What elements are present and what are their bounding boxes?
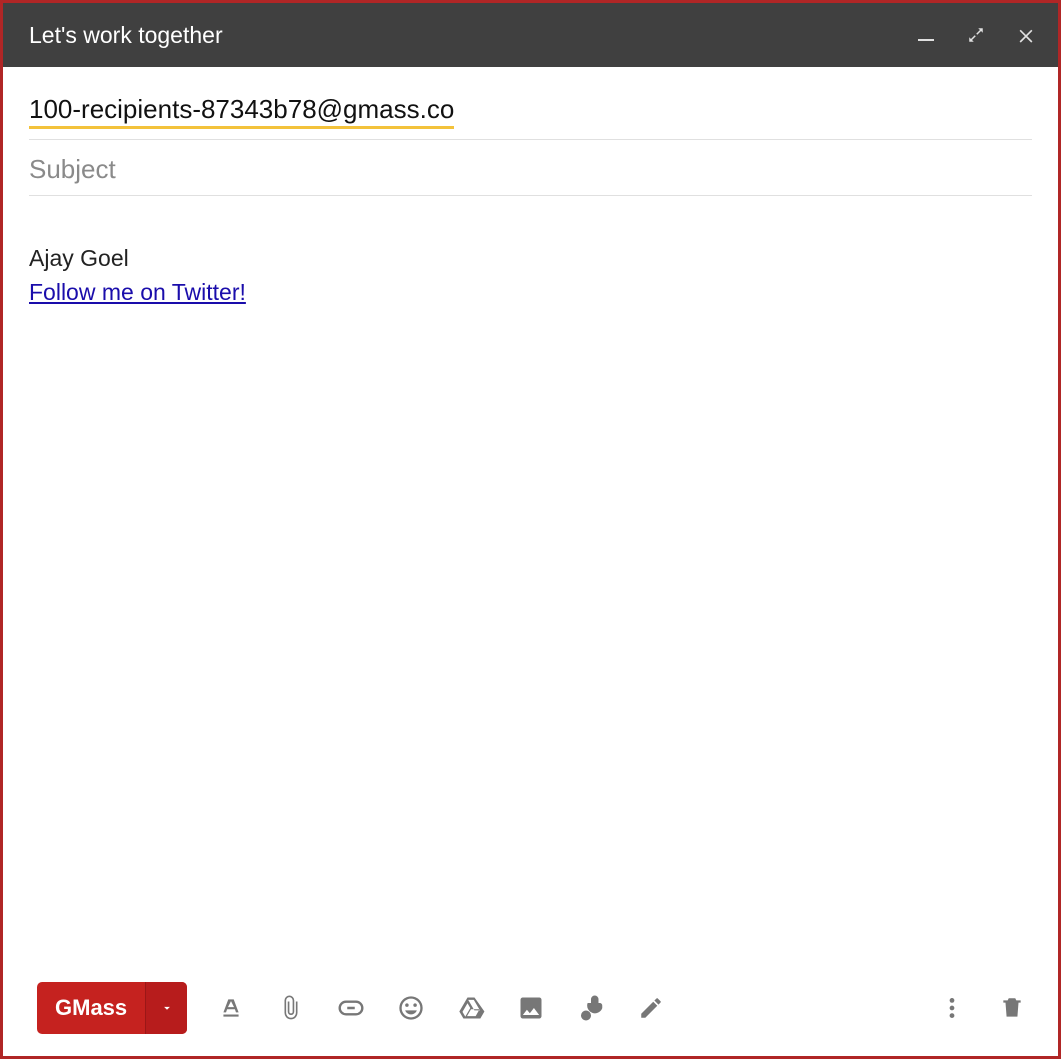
paperclip-icon xyxy=(278,995,304,1021)
attach-button[interactable] xyxy=(275,992,307,1024)
image-icon xyxy=(517,994,545,1022)
chevron-down-icon xyxy=(160,1001,174,1015)
more-vertical-icon xyxy=(948,995,956,1021)
formatting-tools xyxy=(215,992,667,1024)
fullscreen-icon xyxy=(967,26,985,44)
window-controls xyxy=(914,23,1038,47)
signature-name: Ajay Goel xyxy=(29,242,1032,274)
fullscreen-button[interactable] xyxy=(964,23,988,47)
link-icon xyxy=(336,993,366,1023)
minimize-icon xyxy=(918,39,934,42)
recipients-field[interactable]: 100-recipients-87343b78@gmass.co xyxy=(29,81,1032,140)
compose-toolbar: GMass xyxy=(3,970,1058,1056)
signature-link[interactable]: Follow me on Twitter! xyxy=(29,279,246,305)
subject-input[interactable] xyxy=(29,154,1032,185)
insert-image-button[interactable] xyxy=(515,992,547,1024)
insert-link-button[interactable] xyxy=(335,992,367,1024)
toolbar-right xyxy=(936,992,1028,1024)
gmass-send-button[interactable]: GMass xyxy=(37,982,187,1034)
pen-icon xyxy=(638,995,664,1021)
compose-window: Let's work together 100-recipients-87343… xyxy=(0,0,1061,1059)
gmass-send-dropdown[interactable] xyxy=(145,982,187,1034)
formatting-button[interactable] xyxy=(215,992,247,1024)
close-button[interactable] xyxy=(1014,23,1038,47)
lock-clock-icon xyxy=(576,993,606,1023)
emoji-button[interactable] xyxy=(395,992,427,1024)
subject-field[interactable] xyxy=(29,140,1032,196)
drive-icon xyxy=(457,994,485,1022)
format-text-icon xyxy=(218,995,244,1021)
header-fields: 100-recipients-87343b78@gmass.co xyxy=(3,67,1058,196)
message-body[interactable]: Ajay Goel Follow me on Twitter! xyxy=(3,196,1058,970)
more-options-button[interactable] xyxy=(936,992,968,1024)
emoji-icon xyxy=(397,994,425,1022)
close-icon xyxy=(1016,25,1036,45)
minimize-button[interactable] xyxy=(914,23,938,47)
gmass-send-label: GMass xyxy=(37,982,145,1034)
window-title: Let's work together xyxy=(29,22,914,49)
confidential-button[interactable] xyxy=(575,992,607,1024)
trash-icon xyxy=(999,995,1025,1021)
signature-pen-button[interactable] xyxy=(635,992,667,1024)
recipient-chip[interactable]: 100-recipients-87343b78@gmass.co xyxy=(29,95,454,129)
discard-draft-button[interactable] xyxy=(996,992,1028,1024)
drive-button[interactable] xyxy=(455,992,487,1024)
titlebar: Let's work together xyxy=(3,3,1058,67)
